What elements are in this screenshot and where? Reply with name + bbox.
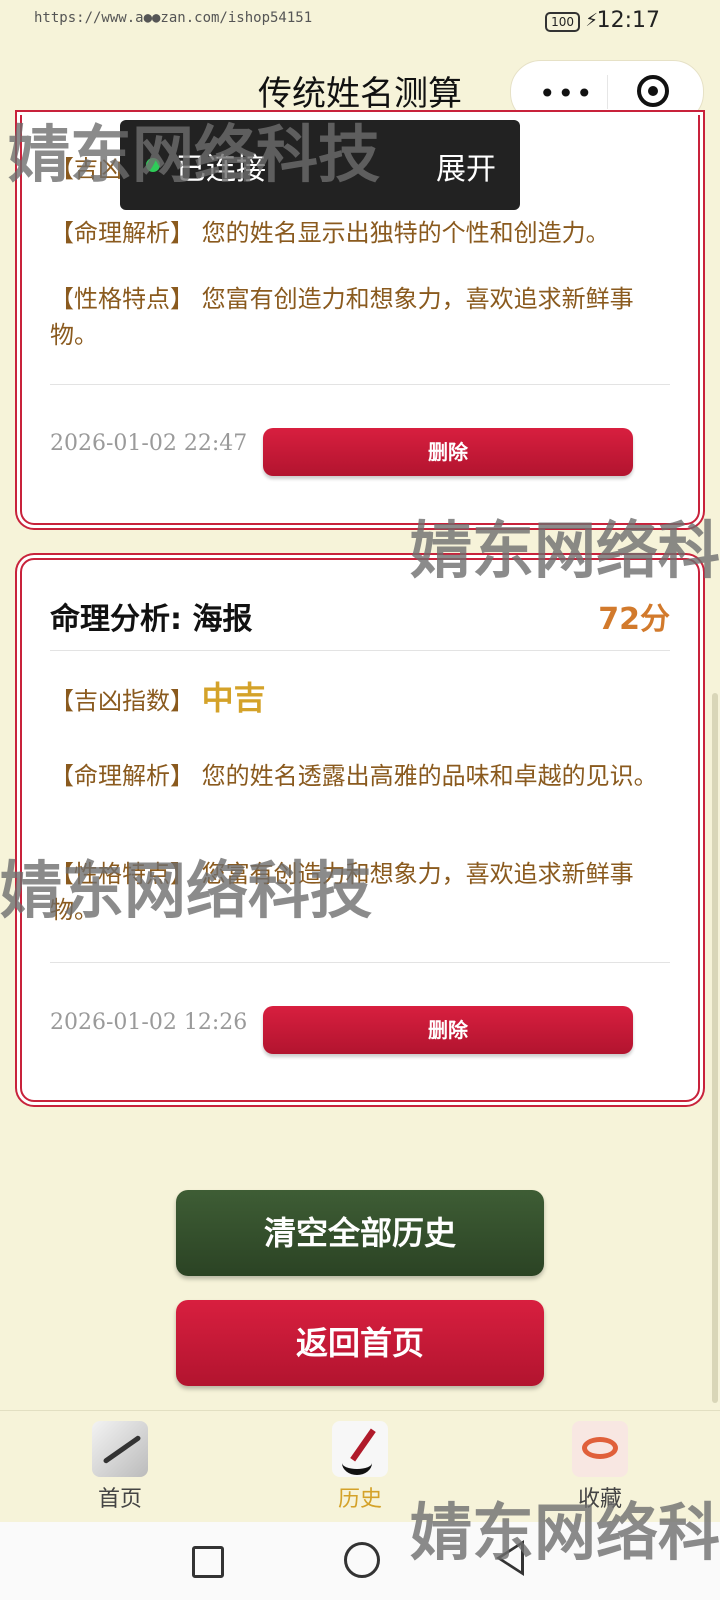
watermark: 婧东网络科技 xyxy=(8,118,381,191)
card-score: 72分 xyxy=(598,602,670,637)
analysis-text: 您的姓名透露出高雅的品味和卓越的见识。 xyxy=(201,762,658,790)
scrollbar[interactable] xyxy=(712,693,718,1403)
analysis-label: 【命理解析】 xyxy=(50,762,194,790)
card-title: 命理分析: 海报 xyxy=(50,602,253,637)
battery-icon: 100 xyxy=(545,12,580,32)
back-home-button[interactable]: 返回首页 xyxy=(176,1300,544,1386)
analysis-row: 【命理解析】 您的姓名透露出高雅的品味和卓越的见识。 xyxy=(50,758,670,794)
expand-button[interactable]: 展开 xyxy=(436,144,496,188)
luck-label: 【吉凶指数】 xyxy=(50,687,194,715)
status-url: https://www.a●●zan.com/ishop54151 xyxy=(34,10,313,26)
status-bar: https://www.a●●zan.com/ishop54151 100 ⚡ … xyxy=(0,0,720,44)
capsule-divider xyxy=(607,75,608,109)
trait-row: 【性格特点】 您富有创造力和想象力，喜欢追求新鲜事物。 xyxy=(50,281,670,353)
tab-label: 首页 xyxy=(97,1487,142,1512)
cloud-icon xyxy=(572,1421,628,1477)
close-target-icon[interactable] xyxy=(637,75,669,107)
luck-value: 中吉 xyxy=(201,679,266,717)
recents-icon[interactable] xyxy=(192,1546,224,1578)
trait-label: 【性格特点】 xyxy=(50,285,194,313)
ink-brush-icon xyxy=(332,1421,388,1477)
tab-label: 历史 xyxy=(337,1487,382,1512)
record-date: 2026-01-02 12:26 xyxy=(50,1010,248,1035)
luck-row: 【吉凶指数】 中吉 xyxy=(50,680,670,719)
divider xyxy=(50,384,670,385)
delete-button[interactable]: 删除 xyxy=(263,1006,633,1054)
analysis-label: 【命理解析】 xyxy=(50,219,194,247)
tab-history[interactable]: 历史 xyxy=(300,1421,420,1513)
delete-button[interactable]: 删除 xyxy=(263,428,633,476)
clear-history-button[interactable]: 清空全部历史 xyxy=(176,1190,544,1276)
watermark: 婧东网络科技 xyxy=(410,514,720,587)
analysis-row: 【命理解析】 您的姓名显示出独特的个性和创造力。 xyxy=(50,215,670,251)
home-icon[interactable] xyxy=(344,1542,380,1578)
more-icon[interactable]: ••• xyxy=(539,77,595,110)
brush-icon xyxy=(92,1421,148,1477)
divider xyxy=(50,962,670,963)
history-card: 命理分析: 海报 72分 【吉凶指数】 中吉 【命理解析】 您的姓名透露出高雅的… xyxy=(20,558,700,1102)
divider xyxy=(50,650,670,651)
clock: 12:17 xyxy=(596,8,660,33)
watermark: 婧东网络科技 xyxy=(0,854,373,927)
tab-home[interactable]: 首页 xyxy=(60,1421,180,1513)
record-date: 2026-01-02 22:47 xyxy=(50,431,248,456)
watermark: 婧东网络科技 xyxy=(410,1496,720,1569)
analysis-text: 您的姓名显示出独特的个性和创造力。 xyxy=(201,219,610,247)
